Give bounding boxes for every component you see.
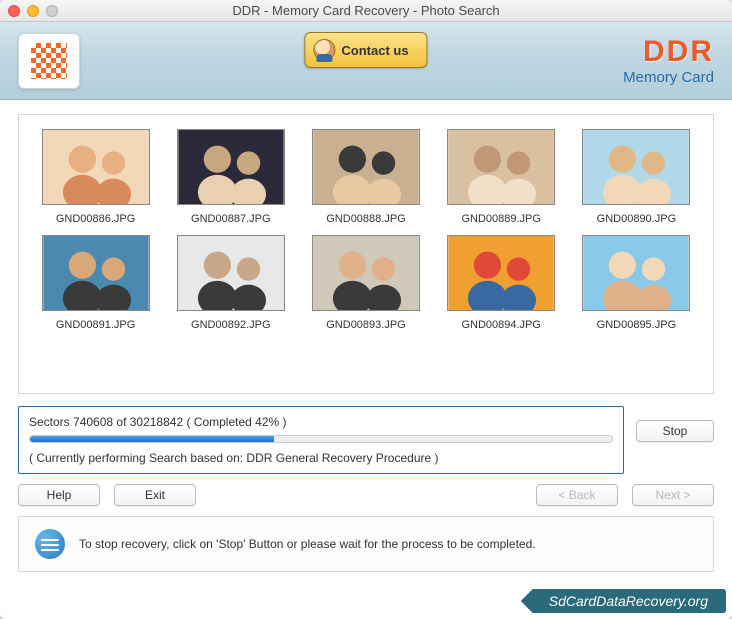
thumbnail-image: [42, 235, 150, 311]
progress-bar: [29, 435, 613, 443]
app-logo: [18, 33, 80, 89]
footer-site-ribbon: SdCardDataRecovery.org: [521, 589, 726, 613]
thumbnail-filename: GND00890.JPG: [580, 213, 693, 225]
info-panel: To stop recovery, click on 'Stop' Button…: [18, 516, 714, 572]
close-window-button[interactable]: [8, 5, 20, 17]
contact-us-button[interactable]: Contact us: [304, 32, 427, 68]
thumbnail-filename: GND00886.JPG: [39, 213, 152, 225]
progress-sectors-text: Sectors 740608 of 30218842 ( Completed 4…: [29, 415, 613, 429]
zoom-window-button[interactable]: [46, 5, 58, 17]
titlebar: DDR - Memory Card Recovery - Photo Searc…: [0, 0, 732, 22]
back-button: < Back: [536, 484, 618, 506]
memory-card-icon: [31, 43, 67, 79]
thumbnail-item[interactable]: GND00886.JPG: [39, 129, 152, 225]
thumbnail-item[interactable]: GND00893.JPG: [309, 235, 422, 331]
brand-title: DDR: [623, 35, 714, 69]
thumbnail-image: [42, 129, 150, 205]
person-icon: [313, 39, 335, 61]
thumbnail-image: [177, 235, 285, 311]
thumbnail-item[interactable]: GND00887.JPG: [174, 129, 287, 225]
thumbnail-image: [582, 235, 690, 311]
next-button: Next >: [632, 484, 714, 506]
thumbnail-item[interactable]: GND00891.JPG: [39, 235, 152, 331]
thumbnail-filename: GND00891.JPG: [39, 319, 152, 331]
thumbnail-image: [177, 129, 285, 205]
brand-block: DDR Memory Card: [623, 35, 714, 86]
stop-button[interactable]: Stop: [636, 420, 714, 442]
thumbnail-item[interactable]: GND00894.JPG: [445, 235, 558, 331]
thumbnail-image: [447, 129, 555, 205]
thumbnail-image: [312, 235, 420, 311]
header-banner: Contact us DDR Memory Card: [0, 22, 732, 100]
thumbnail-item[interactable]: GND00892.JPG: [174, 235, 287, 331]
contact-us-label: Contact us: [341, 43, 408, 58]
thumbnail-filename: GND00895.JPG: [580, 319, 693, 331]
info-icon: [35, 529, 65, 559]
thumbnail-image: [582, 129, 690, 205]
thumbnail-item[interactable]: GND00895.JPG: [580, 235, 693, 331]
thumbnail-item[interactable]: GND00889.JPG: [445, 129, 558, 225]
thumbnail-filename: GND00894.JPG: [445, 319, 558, 331]
window-title: DDR - Memory Card Recovery - Photo Searc…: [0, 3, 732, 18]
help-button[interactable]: Help: [18, 484, 100, 506]
progress-status-text: ( Currently performing Search based on: …: [29, 451, 613, 465]
info-text: To stop recovery, click on 'Stop' Button…: [79, 537, 536, 551]
progress-panel: Sectors 740608 of 30218842 ( Completed 4…: [18, 406, 624, 474]
thumbnail-filename: GND00892.JPG: [174, 319, 287, 331]
nav-buttons-row: Help Exit < Back Next >: [18, 484, 714, 506]
thumbnail-image: [312, 129, 420, 205]
progress-fill: [30, 436, 274, 442]
thumbnail-item[interactable]: GND00890.JPG: [580, 129, 693, 225]
exit-button[interactable]: Exit: [114, 484, 196, 506]
thumbnail-filename: GND00889.JPG: [445, 213, 558, 225]
minimize-window-button[interactable]: [27, 5, 39, 17]
thumbnails-panel: GND00886.JPG GND00887.JPG GND00888.JPG: [18, 114, 714, 394]
thumbnail-item[interactable]: GND00888.JPG: [309, 129, 422, 225]
thumbnail-filename: GND00887.JPG: [174, 213, 287, 225]
thumbnail-filename: GND00888.JPG: [309, 213, 422, 225]
brand-subtitle: Memory Card: [623, 69, 714, 86]
thumbnail-image: [447, 235, 555, 311]
thumbnail-filename: GND00893.JPG: [309, 319, 422, 331]
